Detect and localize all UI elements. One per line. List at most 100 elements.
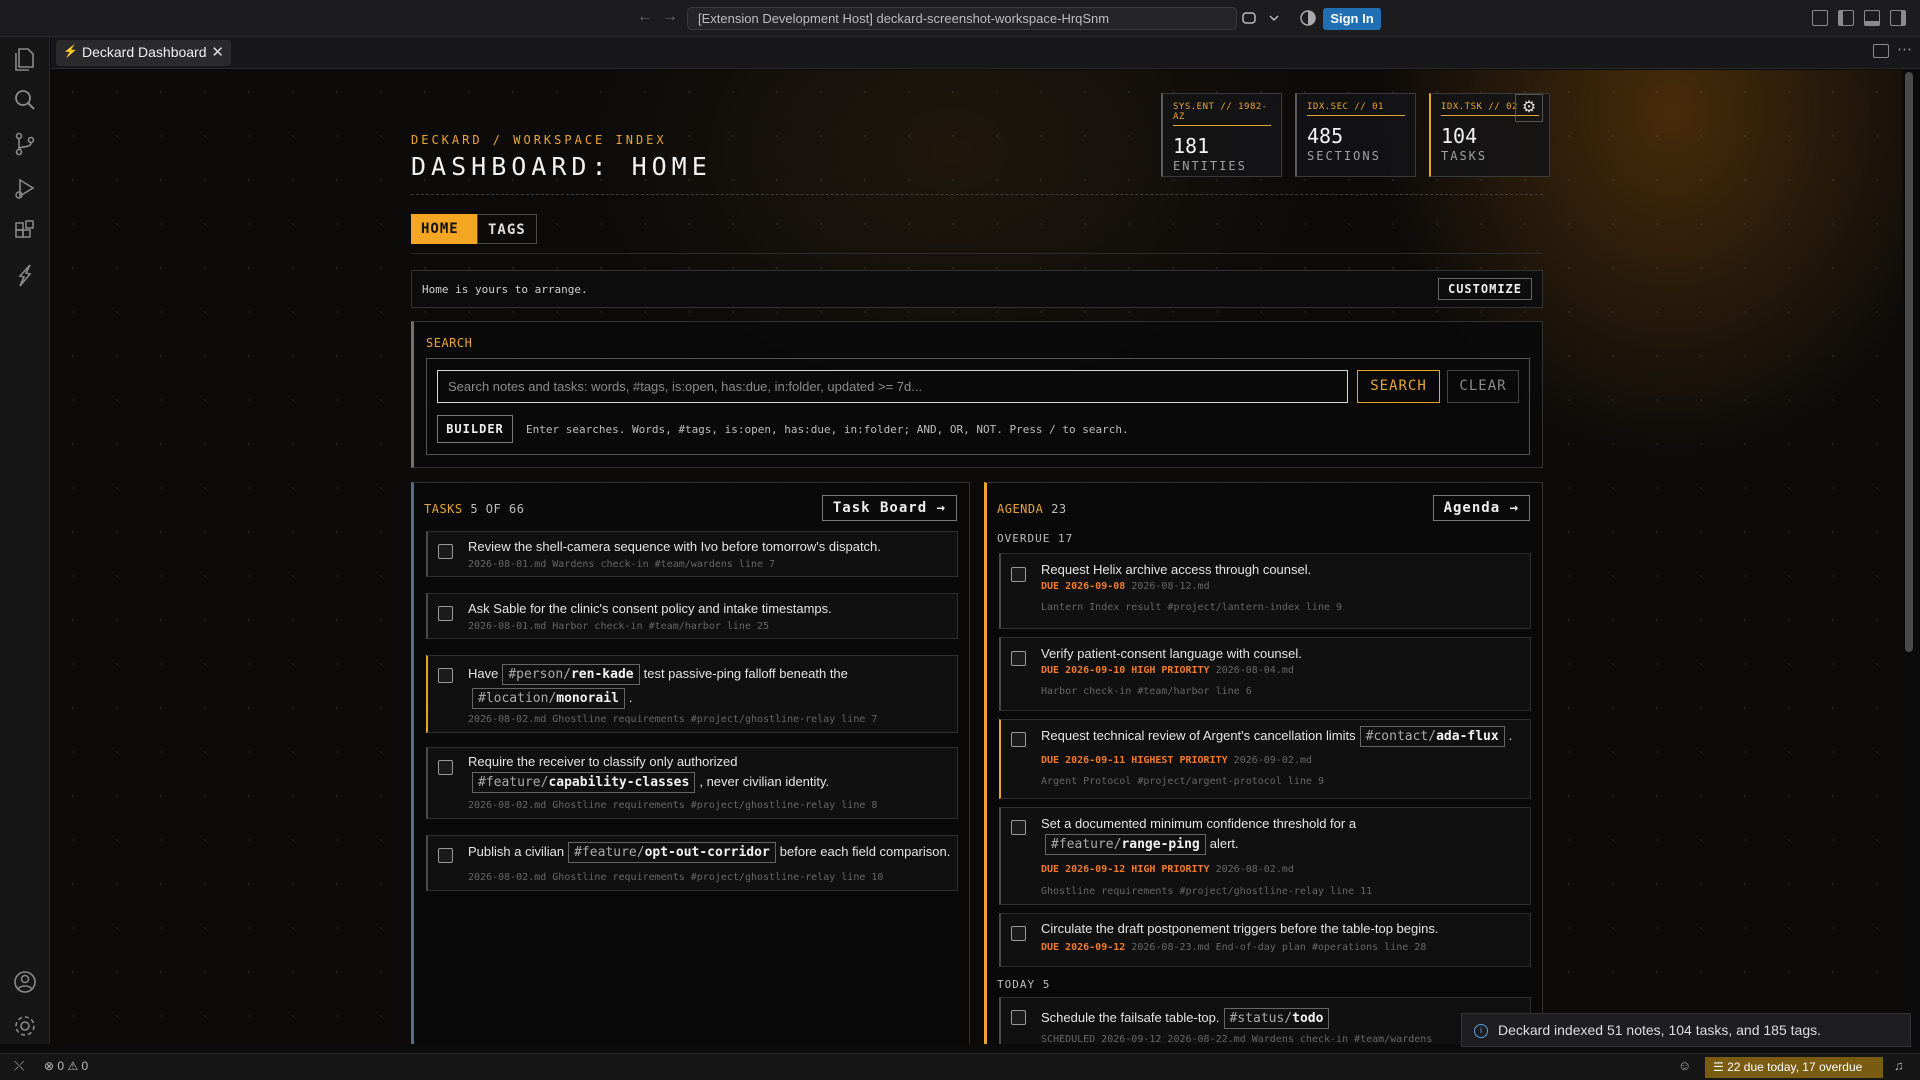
tag-value: range-ping <box>1121 837 1200 852</box>
search-button[interactable]: SEARCH <box>1357 370 1440 403</box>
copilot-control[interactable] <box>1232 7 1284 30</box>
task-text-part: . <box>628 690 633 705</box>
agenda-meta: Harbor check-in #team/harbor line 6 <box>1041 686 1252 697</box>
title-bar: ← → [Extension Development Host] deckard… <box>0 0 1920 37</box>
agenda-due-line: DUE 2026-09-10 HIGH PRIORITY 2026-08-04.… <box>1041 665 1294 676</box>
search-icon[interactable] <box>12 87 38 113</box>
task-checkbox[interactable] <box>438 760 453 775</box>
agenda-text: Schedule the failsafe table-top. #status/… <box>1041 1008 1521 1029</box>
search-input[interactable] <box>437 370 1348 403</box>
tag-chip[interactable]: #person/ren-kade <box>502 664 640 685</box>
due-status-item[interactable]: ☰ 22 due today, 17 overdue <box>1705 1057 1883 1078</box>
tag-chip[interactable]: #feature/opt-out-corridor <box>568 842 776 863</box>
settings-gear-icon[interactable]: ⚙ <box>1515 94 1543 122</box>
tag-value: ada-flux <box>1436 729 1499 744</box>
arrange-text: Home is yours to arrange. <box>422 283 588 296</box>
more-actions-icon[interactable]: ⋯ <box>1897 40 1912 58</box>
stat-code: IDX.SEC // 01 <box>1307 102 1405 116</box>
forward-arrow-icon[interactable]: → <box>662 8 678 26</box>
agenda-due-line: DUE 2026-09-12 HIGH PRIORITY 2026-08-02.… <box>1041 864 1294 875</box>
tab-deckard-dashboard[interactable]: ⚡ Deckard Dashboard ✕ <box>56 40 231 66</box>
agenda-text-part: . <box>1508 728 1513 743</box>
tag-prefix: #location/ <box>478 691 557 706</box>
tag-value: capability-classes <box>548 775 690 790</box>
tag-value: monorail <box>556 691 619 706</box>
checklist-icon: ☰ <box>1713 1060 1724 1074</box>
task-checkbox[interactable] <box>438 668 453 683</box>
tab-label: Deckard Dashboard <box>82 44 207 60</box>
accounts-half-circle-icon[interactable] <box>1300 10 1316 26</box>
tag-chip[interactable]: #contact/ada-flux <box>1359 726 1505 747</box>
tag-prefix: #contact/ <box>1365 729 1437 744</box>
back-arrow-icon[interactable]: ← <box>637 8 653 26</box>
deckard-icon: ⚡ <box>63 44 78 58</box>
tag-prefix: #feature/ <box>478 775 549 790</box>
remote-indicator-icon[interactable]: ⤬ <box>14 1058 24 1074</box>
toggle-secondary-sidebar-icon[interactable] <box>1890 10 1906 26</box>
notification-toast[interactable]: i Deckard indexed 51 notes, 104 tasks, a… <box>1461 1013 1911 1047</box>
editor-scrollbar[interactable] <box>1905 72 1913 652</box>
agenda-text: Circulate the draft postponement trigger… <box>1041 921 1439 936</box>
agenda-meta: Argent Protocol #project/argent-protocol… <box>1041 776 1324 787</box>
arrange-banner: Home is yours to arrange. CUSTOMIZE <box>411 270 1543 308</box>
tag-chip[interactable]: #feature/capability-classes <box>472 772 696 793</box>
agenda-checkbox[interactable] <box>1011 926 1026 941</box>
run-debug-icon[interactable] <box>12 175 38 201</box>
error-icon: ⊗ <box>44 1059 55 1073</box>
tab-tags[interactable]: TAGS <box>477 214 537 244</box>
stat-label: TASKS <box>1441 149 1488 163</box>
manage-gear-icon[interactable] <box>12 1013 38 1039</box>
due-date: DUE 2026-09-12 <box>1041 942 1126 953</box>
stat-label: ENTITIES <box>1173 159 1247 173</box>
task-meta: 2026-08-01.md Harbor check-in #team/harb… <box>468 621 770 632</box>
agenda-item: Request Helix archive access through cou… <box>999 553 1531 629</box>
agenda-checkbox[interactable] <box>1011 1010 1026 1025</box>
task-text: Review the shell-camera sequence with Iv… <box>468 539 881 554</box>
agenda-checkbox[interactable] <box>1011 820 1026 835</box>
tasks-panel: TASKS 5 OF 66 Task Board → Review the sh… <box>411 482 970 1044</box>
search-hint: Enter searches. Words, #tags, is:open, h… <box>526 423 1129 436</box>
tag-chip[interactable]: #location/monorail <box>472 688 625 709</box>
customize-layout-icon[interactable] <box>1812 10 1828 26</box>
source-control-icon[interactable] <box>12 131 38 157</box>
task-board-button[interactable]: Task Board → <box>821 495 957 521</box>
close-icon[interactable]: ✕ <box>211 43 224 61</box>
agenda-checkbox[interactable] <box>1011 567 1026 582</box>
task-item: Ask Sable for the clinic's consent polic… <box>426 593 958 639</box>
task-item: Review the shell-camera sequence with Iv… <box>426 531 958 577</box>
explorer-icon[interactable] <box>12 45 38 71</box>
extensions-icon[interactable] <box>12 218 38 244</box>
account-icon[interactable] <box>12 969 38 995</box>
builder-button[interactable]: BUILDER <box>437 415 513 443</box>
toggle-primary-sidebar-icon[interactable] <box>1838 10 1854 26</box>
customize-button[interactable]: CUSTOMIZE <box>1437 278 1532 300</box>
task-checkbox[interactable] <box>438 544 453 559</box>
error-count: 0 <box>57 1059 65 1073</box>
task-text-part: test passive-ping falloff beneath the <box>643 666 848 681</box>
note-date: 2026-08-02.md <box>1215 864 1294 875</box>
command-center[interactable]: [Extension Development Host] deckard-scr… <box>687 7 1237 30</box>
tab-home[interactable]: HOME <box>411 214 477 244</box>
split-editor-icon[interactable] <box>1873 44 1889 58</box>
task-text-part: Require the receiver to classify only au… <box>468 754 738 769</box>
agenda-text-part: Set a documented minimum confidence thre… <box>1041 816 1357 831</box>
agenda-checkbox[interactable] <box>1011 651 1026 666</box>
task-item: Have #person/ren-kade test passive-ping fa… <box>426 655 958 733</box>
deckard-icon[interactable] <box>12 262 38 288</box>
toggle-panel-icon[interactable] <box>1864 10 1880 26</box>
problems-indicator[interactable]: ⊗ 0 ⚠ 0 <box>44 1059 88 1073</box>
agenda-checkbox[interactable] <box>1011 732 1026 747</box>
copilot-status-icon[interactable]: ☺ <box>1678 1058 1691 1073</box>
task-checkbox[interactable] <box>438 848 453 863</box>
stat-value: 485 <box>1307 124 1344 148</box>
sign-in-button[interactable]: Sign In <box>1323 8 1381 30</box>
info-icon: i <box>1474 1024 1488 1038</box>
notifications-bell-icon[interactable]: ♫ <box>1894 1058 1904 1073</box>
clear-button[interactable]: CLEAR <box>1447 370 1519 403</box>
task-text: Have #person/ren-kade test passive-ping fa… <box>468 662 948 710</box>
note-date: 2026-08-12.md <box>1131 581 1210 592</box>
task-checkbox[interactable] <box>438 606 453 621</box>
agenda-button[interactable]: Agenda → <box>1432 495 1530 521</box>
tag-chip[interactable]: #feature/range-ping <box>1045 834 1206 855</box>
tag-chip[interactable]: #status/todo <box>1223 1008 1330 1029</box>
